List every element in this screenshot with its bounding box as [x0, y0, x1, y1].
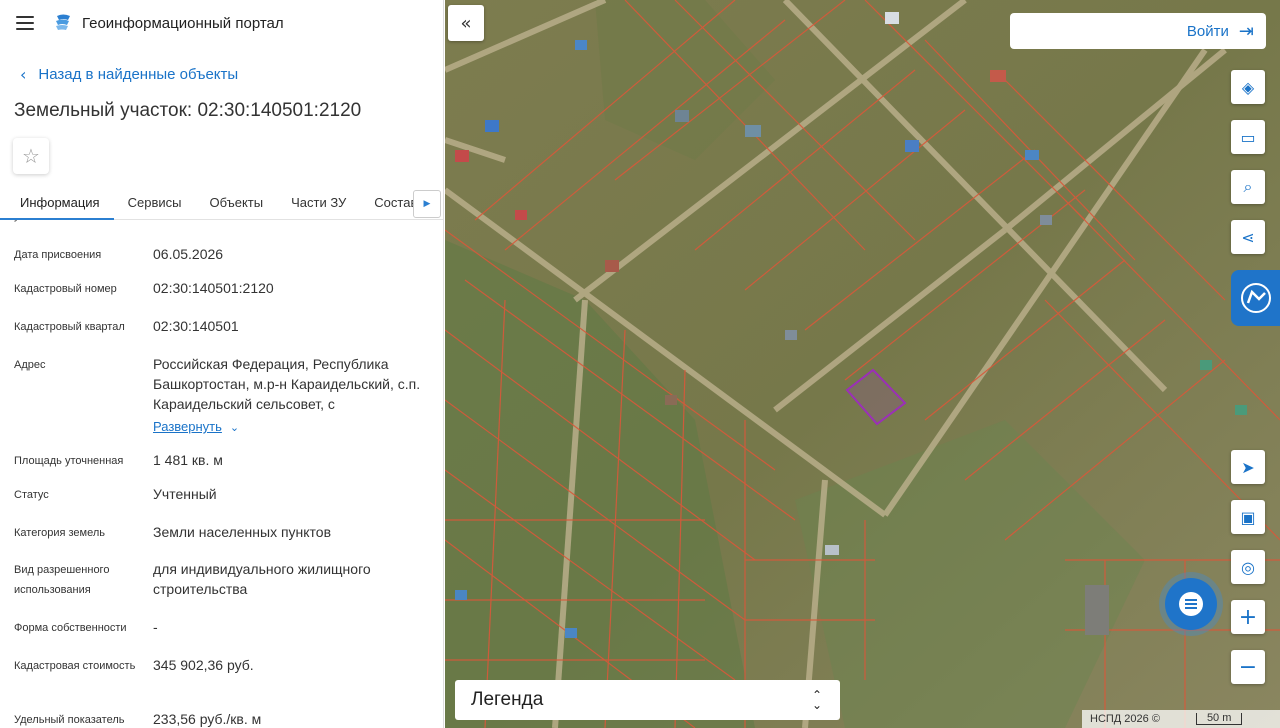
layers-button[interactable]: ◈ — [1231, 70, 1265, 104]
nspd-logo-icon — [1240, 283, 1271, 313]
navigation-arrow-icon: ➤ — [1241, 457, 1255, 477]
back-link-label: Назад в найденные объекты — [38, 65, 239, 83]
map-attribution: НСПД 2026 © 50 m — [1082, 710, 1280, 728]
property-label: Вид разрешенного использования — [14, 564, 110, 596]
expand-label: Развернуть — [153, 419, 222, 434]
property-label: Кадастровый номер — [14, 283, 117, 295]
target-icon: ◎ — [1241, 557, 1255, 577]
property-value: 02:30:140501:2120 — [153, 280, 274, 296]
collapse-panel-button[interactable]: « — [448, 5, 484, 41]
expand-address-button[interactable]: Развернуть ⌄ — [153, 416, 428, 438]
property-value: для индивидуального жилищного строительс… — [153, 561, 371, 597]
app-title: Геоинформационный портал — [82, 14, 284, 32]
chat-assistant-button[interactable] — [1165, 578, 1217, 630]
property-label: Дата присвоения — [14, 249, 102, 261]
property-label: Категория земель — [14, 527, 105, 539]
measure-button[interactable]: ▭ — [1231, 120, 1265, 154]
login-icon: ⇥ — [1238, 20, 1254, 42]
plus-icon: + — [1238, 604, 1258, 630]
property-value: 345 902,36 руб. — [153, 657, 254, 673]
tab-services[interactable]: Сервисы — [114, 188, 196, 220]
property-label: Площадь уточненная — [14, 455, 124, 467]
map-view[interactable]: « Войти ⇥ ◈ ▭ ⌕ ⋖ ➤ ▣ ◎ + − Легенда ⌃ ⌄ Н… — [445, 0, 1280, 728]
zoom-out-button[interactable]: − — [1231, 650, 1265, 684]
legend-label: Легенда — [471, 689, 544, 710]
property-label: Форма собственности — [14, 622, 127, 634]
double-chevron-left-icon: « — [460, 12, 472, 34]
geolocation-button[interactable]: ➤ — [1231, 450, 1265, 484]
legend-selector[interactable]: Легенда ⌃ ⌄ — [455, 680, 840, 720]
tab-objects[interactable]: Объекты — [195, 188, 277, 220]
chevron-left-icon: ‹ — [20, 64, 27, 84]
menu-icon[interactable] — [16, 16, 34, 30]
property-label: Кадастровая стоимость — [14, 660, 136, 672]
minus-icon: − — [1238, 654, 1258, 680]
copyright-text: НСПД 2026 © — [1090, 713, 1160, 725]
chevron-down-icon: ⌄ — [229, 421, 240, 434]
info-panel: Геоинформационный портал ‹ Назад в найде… — [0, 0, 444, 728]
property-label: Статус — [14, 489, 49, 501]
layers-icon: ◈ — [1241, 77, 1255, 97]
page-title: Земельный участок: 02:30:140501:2120 — [14, 100, 362, 121]
app-header: Геоинформационный портал — [0, 0, 443, 46]
up-down-chevron-icon: ⌃ ⌄ — [811, 688, 822, 712]
property-value: - — [153, 619, 158, 635]
locate-point-button[interactable]: ◎ — [1231, 550, 1265, 584]
zoom-in-button[interactable]: + — [1231, 600, 1265, 634]
tabs-scroll-right-button[interactable]: ▶ — [413, 190, 441, 218]
satellite-map-image — [445, 0, 1280, 728]
property-value: Российская Федерация, Республика Башкорт… — [153, 356, 421, 412]
tabs-bar: Информация Сервисы Объекты Части ЗУ Сост… — [0, 188, 443, 220]
property-value: Земли населенных пунктов — [153, 524, 332, 540]
login-button[interactable]: Войти ⇥ — [1010, 13, 1266, 49]
scale-bar: 50 m — [1195, 713, 1243, 725]
property-value: 06.05.2026 — [153, 246, 224, 262]
property-label: Адрес — [14, 359, 46, 371]
ruler-icon: ▭ — [1240, 127, 1256, 147]
share-icon: ⋖ — [1241, 227, 1255, 247]
chat-lines-icon — [1179, 592, 1203, 616]
favorite-star-button[interactable]: ☆ — [13, 138, 49, 174]
property-value: 1 481 кв. м — [153, 452, 223, 468]
caret-right-icon: ▶ — [423, 199, 431, 209]
search-area-icon: ⌕ — [1243, 177, 1253, 196]
property-value: 02:30:140501 — [153, 318, 239, 334]
property-label: Кадастровый квартал — [14, 321, 125, 333]
property-value: Учтенный — [153, 486, 217, 502]
share-button[interactable]: ⋖ — [1231, 220, 1265, 254]
tab-parts[interactable]: Части ЗУ — [277, 188, 360, 220]
login-label: Войти — [1186, 22, 1229, 40]
nspd-panel-tab[interactable] — [1231, 270, 1280, 326]
area-search-button[interactable]: ⌕ — [1231, 170, 1265, 204]
property-label: Удельный показатель — [14, 714, 125, 726]
portal-logo-icon — [56, 14, 70, 30]
picture-in-picture-icon: ▣ — [1240, 507, 1256, 527]
property-value: 233,56 руб./кв. м — [153, 711, 262, 727]
star-icon: ☆ — [22, 144, 40, 168]
minimap-button[interactable]: ▣ — [1231, 500, 1265, 534]
tab-information[interactable]: Информация — [0, 188, 114, 220]
back-to-results-link[interactable]: ‹ Назад в найденные объекты — [20, 64, 443, 84]
